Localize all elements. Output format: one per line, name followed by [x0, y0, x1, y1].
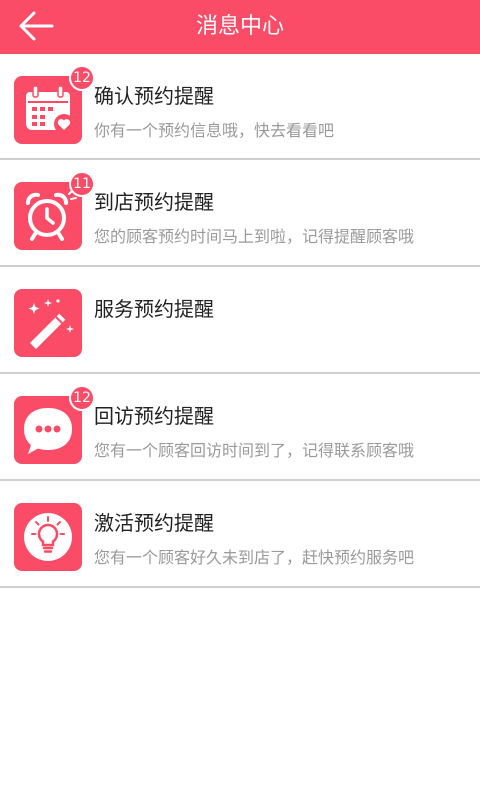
message-list: 12 确认预约提醒 你有一个预约信息哦，快去看看吧 11 到店预约提醒 您的顾客… [0, 54, 480, 588]
message-subtitle: 你有一个预约信息哦，快去看看吧 [94, 121, 335, 140]
unread-count-badge: 12 [69, 385, 95, 411]
message-title: 确认预约提醒 [94, 84, 214, 108]
page-title: 消息中心 [195, 14, 284, 39]
list-item-service-appointment[interactable]: 服务预约提醒 [0, 267, 480, 374]
message-title: 服务预约提醒 [94, 297, 214, 321]
magic-wand-icon [14, 289, 82, 357]
list-item-arrival-appointment[interactable]: 11 到店预约提醒 您的顾客预约时间马上到啦，记得提醒顾客哦 [0, 160, 480, 267]
message-title: 到店预约提醒 [94, 190, 214, 214]
message-subtitle: 您有一个顾客回访时间到了，记得联系顾客哦 [94, 441, 415, 460]
list-item-revisit-appointment[interactable]: 12 回访预约提醒 您有一个顾客回访时间到了，记得联系顾客哦 [0, 374, 480, 481]
header-bar: 消息中心 [0, 0, 480, 54]
unread-count-badge: 11 [69, 171, 95, 197]
unread-count-badge: 12 [69, 65, 95, 91]
list-item-confirm-appointment[interactable]: 12 确认预约提醒 你有一个预约信息哦，快去看看吧 [0, 54, 480, 160]
lightbulb-icon [14, 503, 82, 571]
message-subtitle: 您的顾客预约时间马上到啦，记得提醒顾客哦 [94, 227, 415, 246]
list-item-activation-appointment[interactable]: 激活预约提醒 您有一个顾客好久未到店了，赶快预约服务吧 [0, 481, 480, 588]
message-title: 回访预约提醒 [94, 404, 214, 428]
message-title: 激活预约提醒 [94, 511, 214, 535]
message-subtitle: 您有一个顾客好久未到店了，赶快预约服务吧 [94, 548, 415, 567]
